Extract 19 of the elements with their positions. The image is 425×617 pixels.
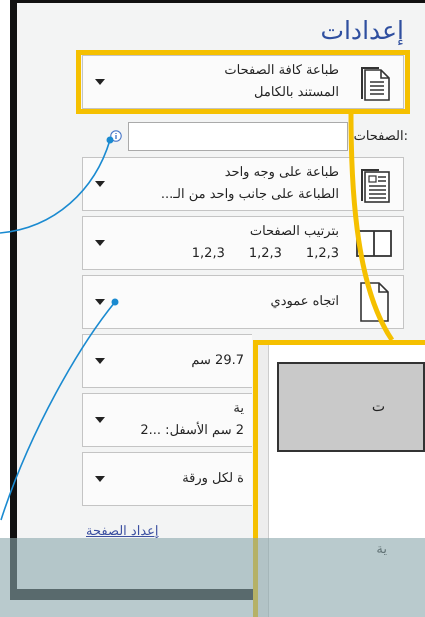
caret-icon <box>95 358 105 364</box>
caret-icon <box>95 79 105 85</box>
popup-label: ية <box>376 542 387 557</box>
dropdown[interactable]: اتجاه عمودي <box>82 275 404 329</box>
caret-icon <box>95 240 105 246</box>
popup-button[interactable]: ت <box>277 362 425 452</box>
dropdown[interactable]: ية 2 سم الأسفل: ...2 <box>82 393 252 447</box>
dropdown[interactable]: 29.7 سم <box>82 334 252 388</box>
field-label: الصفحات: <box>354 128 408 144</box>
page-setup-link[interactable]: إعداد الصفحة <box>86 524 159 539</box>
dropdown[interactable]: طباعة كافة الصفحات المستند بالكامل <box>82 55 404 109</box>
settings-title: إعدادات <box>319 15 404 47</box>
caret-icon <box>95 476 105 482</box>
caret-icon <box>95 417 105 423</box>
pages-field[interactable] <box>128 122 348 150</box>
caret-icon <box>95 299 105 305</box>
caret-icon <box>95 181 105 187</box>
dropdown[interactable]: ة لكل ورقة <box>82 452 252 506</box>
dropdown[interactable]: طباعة على وجه واحد الطباعة على جانب واحد من الـ... <box>82 157 404 211</box>
